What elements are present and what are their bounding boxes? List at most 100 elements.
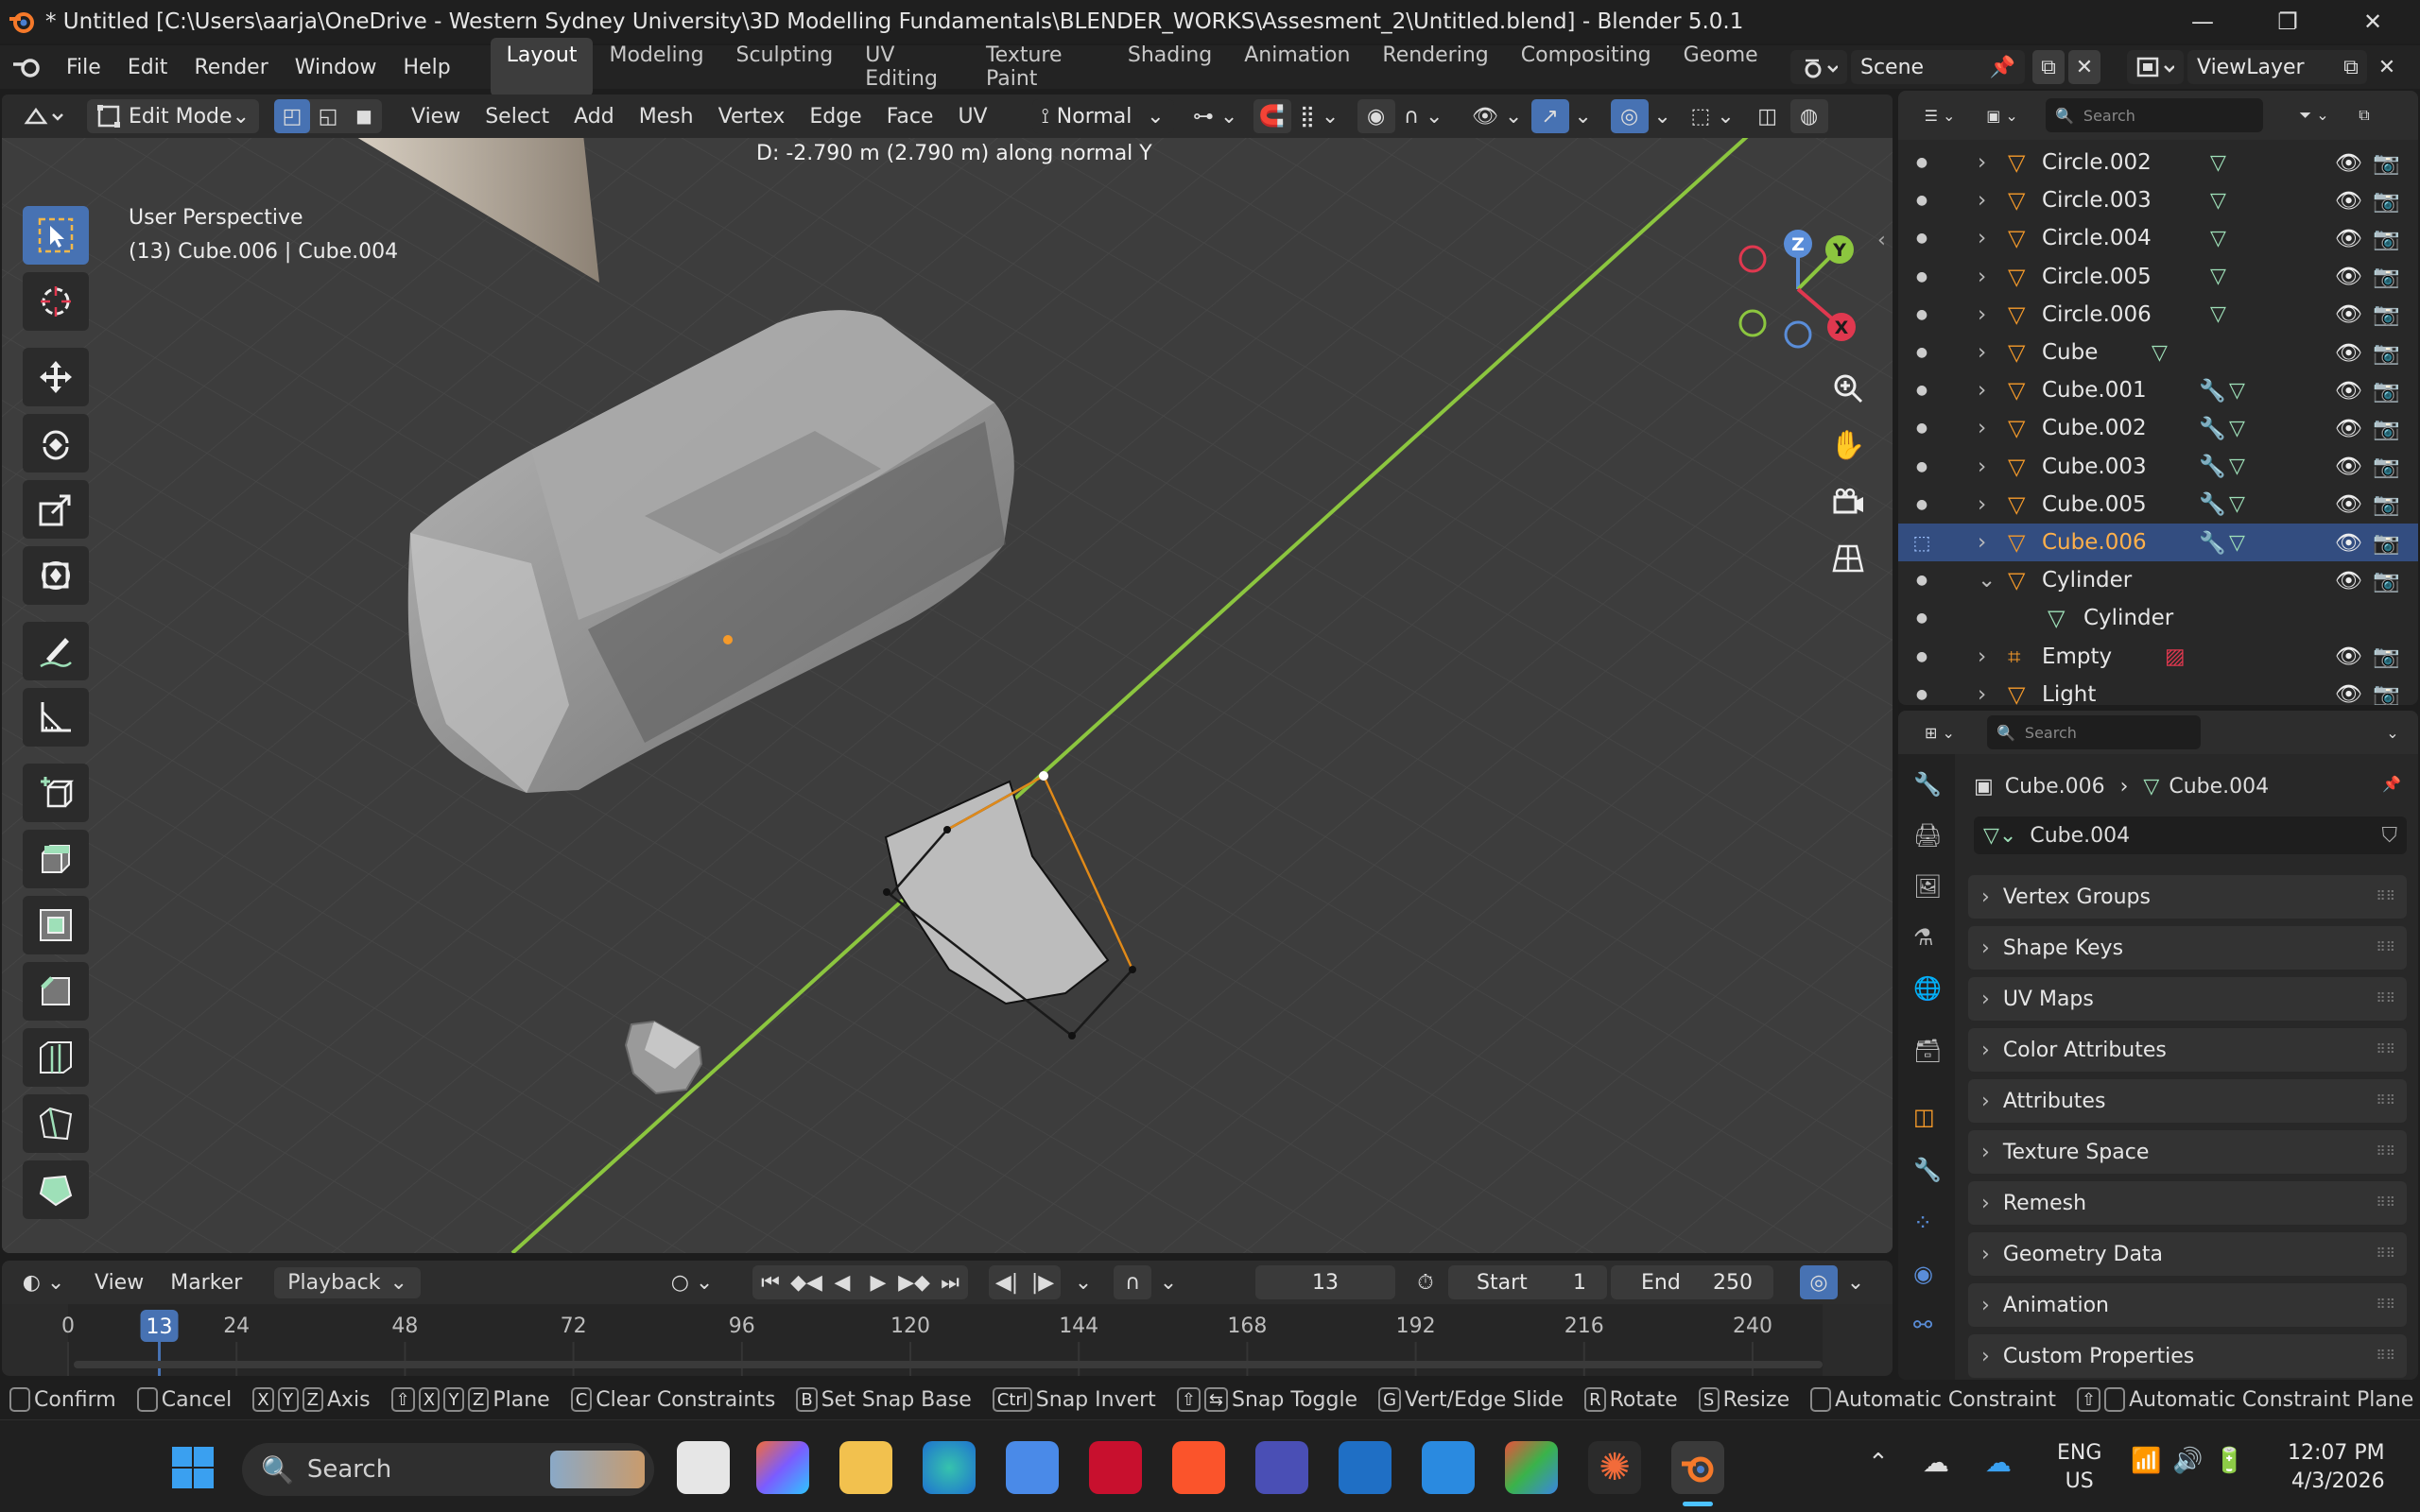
snap-toggle-icon[interactable]: 🧲 xyxy=(1253,99,1291,133)
fake-user-shield-icon[interactable]: ⛉ xyxy=(2381,824,2397,848)
chevron-right-icon[interactable]: › xyxy=(1978,416,1986,440)
new-view-layer-icon[interactable]: ⧉ xyxy=(2335,50,2367,84)
chevron-right-icon[interactable]: › xyxy=(1978,455,1986,479)
output-tab-icon[interactable]: 🖼 xyxy=(1913,873,1942,900)
chevron-right-icon[interactable]: › xyxy=(1978,644,1986,669)
camera-view-icon[interactable] xyxy=(1823,476,1874,527)
drag-handle-icon[interactable]: ⠿⠿ xyxy=(2376,1297,2395,1313)
mcafee-icon[interactable] xyxy=(1089,1441,1142,1494)
render-camera-icon[interactable]: 📷 xyxy=(2373,530,2400,556)
menu-render[interactable]: Render xyxy=(181,56,281,79)
new-collection-icon[interactable]: ⧉ xyxy=(2350,98,2378,132)
outliner-row[interactable]: ● › ▽ Cube.005 🔧 ▽ 👁 📷 xyxy=(1898,486,2418,524)
viewport-menu-vertex[interactable]: Vertex xyxy=(706,105,798,129)
outliner-editor-type-icon[interactable]: ☰ ⌄ xyxy=(1911,98,1968,132)
visibility-dot-icon[interactable]: ● xyxy=(1908,573,1936,588)
world-tab-icon[interactable]: 🌐 xyxy=(1913,975,1942,1002)
timeline-menu-marker[interactable]: Marker xyxy=(157,1271,255,1295)
visibility-dot-icon[interactable]: ● xyxy=(1908,421,1936,436)
mesh-data-icon[interactable]: ▽ xyxy=(2210,302,2226,326)
modifier-wrench-icon[interactable]: 🔧 xyxy=(2199,416,2226,441)
viewport-menu-add[interactable]: Add xyxy=(562,105,627,129)
start-button[interactable] xyxy=(166,1441,219,1494)
blender-taskbar-icon[interactable] xyxy=(1671,1441,1724,1494)
mesh-data-icon[interactable]: ▽ xyxy=(2229,455,2245,478)
visibility-dot-icon[interactable]: ● xyxy=(1908,497,1936,512)
chevron-down-icon[interactable]: ⌄ xyxy=(1569,99,1598,133)
visibility-dot-icon[interactable]: ● xyxy=(1908,231,1936,246)
mesh-data-icon[interactable]: ▽ xyxy=(2210,265,2226,288)
select-box-tool[interactable] xyxy=(23,206,89,265)
tab-shading[interactable]: Shading xyxy=(1112,38,1228,96)
render-camera-icon[interactable]: 📷 xyxy=(2373,264,2400,289)
modifiers-tab-icon[interactable]: 🔧 xyxy=(1913,1157,1942,1183)
outliner-row[interactable]: ● ▽ Cylinder xyxy=(1898,599,2418,637)
menu-window[interactable]: Window xyxy=(282,56,390,79)
eye-visibility-icon[interactable]: 👁 xyxy=(2335,264,2362,289)
render-camera-icon[interactable]: 📷 xyxy=(2373,454,2400,479)
render-camera-icon[interactable]: 📷 xyxy=(2373,340,2400,366)
mesh-data-icon[interactable]: ▽ xyxy=(2229,379,2245,403)
render-camera-icon[interactable]: 📷 xyxy=(2373,188,2400,214)
drag-handle-icon[interactable]: ⠿⠿ xyxy=(2376,1093,2395,1108)
visibility-dot-icon[interactable]: ● xyxy=(1908,649,1936,664)
view-layer-selector-button[interactable] xyxy=(2127,50,2184,84)
language-indicator[interactable]: ENG US xyxy=(2057,1439,2101,1496)
minimize-button[interactable]: — xyxy=(2165,0,2240,43)
panel-custom-properties[interactable]: › Custom Properties ⠿⠿ xyxy=(1968,1334,2407,1378)
visibility-dot-icon[interactable]: ● xyxy=(1908,155,1936,170)
bevel-tool[interactable] xyxy=(23,962,89,1021)
vscode-icon[interactable] xyxy=(1422,1441,1475,1494)
viewport-menu-face[interactable]: Face xyxy=(874,105,946,129)
chevron-right-icon[interactable]: › xyxy=(1978,378,1986,403)
volume-icon[interactable]: 🔊 xyxy=(2172,1447,2203,1475)
drag-handle-icon[interactable]: ⠿⠿ xyxy=(2376,1144,2395,1160)
timeline-playback-dropdown[interactable]: Playback ⌄ xyxy=(274,1266,421,1298)
modifier-wrench-icon[interactable]: 🔧 xyxy=(2199,454,2226,479)
extrude-tool[interactable] xyxy=(23,830,89,888)
outliner-row[interactable]: ⬚ › ▽ Cube.006 🔧 ▽ 👁 📷 xyxy=(1898,524,2418,561)
play-icon[interactable]: ▶ xyxy=(860,1265,896,1299)
wireframe-shading-icon[interactable]: ◍ xyxy=(1789,99,1828,133)
scale-tool[interactable] xyxy=(23,480,89,539)
edit-mode-indicator-icon[interactable]: ⬚ xyxy=(1908,531,1936,554)
outliner-row[interactable]: ● › ⌗ Empty ▨ 👁 📷 xyxy=(1898,638,2418,676)
menu-edit[interactable]: Edit xyxy=(114,56,182,79)
snap-timeline-icon[interactable]: ∩ xyxy=(1114,1265,1151,1299)
timeline-editor-type-icon[interactable]: ◐ ⌄ xyxy=(15,1265,72,1299)
brave-browser-icon[interactable] xyxy=(1172,1441,1225,1494)
task-view-icon[interactable] xyxy=(677,1441,730,1494)
render-tab-icon[interactable]: 🖨 xyxy=(1913,822,1942,849)
display-mode-icon[interactable]: ▣ ⌄ xyxy=(1974,98,2031,132)
tab-layout[interactable]: Layout xyxy=(490,38,594,96)
prev-keyframe-icon[interactable]: ◆◀ xyxy=(788,1265,824,1299)
zoom-icon[interactable] xyxy=(1823,363,1874,414)
taskbar-search[interactable]: 🔍 Search xyxy=(242,1443,654,1496)
render-camera-icon[interactable]: 📷 xyxy=(2373,491,2400,517)
chevron-right-icon[interactable]: › xyxy=(1978,530,1986,555)
neg-z-axis-handle[interactable] xyxy=(1784,320,1812,349)
blender-menu-icon[interactable] xyxy=(11,55,43,79)
3d-viewport[interactable]: D: -2.790 m (2.790 m) along normal Y Use… xyxy=(2,138,1893,1253)
preview-range-icon[interactable]: ⏱ xyxy=(1407,1265,1444,1299)
outliner-row[interactable]: ● › ▽ Circle.003 ▽ 👁 📷 xyxy=(1898,181,2418,219)
scene-tab-icon[interactable]: ⚗ xyxy=(1913,924,1934,951)
chevron-right-icon[interactable]: › xyxy=(1978,340,1986,365)
chevron-down-icon[interactable]: ⌄ xyxy=(1151,1265,1185,1299)
particles-tab-icon[interactable]: ⁘ xyxy=(1913,1210,1932,1236)
mesh-edit-overlays-icon[interactable]: ⬚ ⌄ xyxy=(1685,99,1741,133)
render-camera-icon[interactable]: 📷 xyxy=(2373,681,2400,705)
properties-search-field[interactable]: 🔍 Search xyxy=(1987,715,2201,749)
chevron-down-icon[interactable]: ⌄ xyxy=(1649,99,1677,133)
chevron-down-icon[interactable]: ⌄ xyxy=(1840,1265,1872,1299)
constraints-tab-icon[interactable]: ⚯ xyxy=(1913,1312,1932,1338)
pan-hand-icon[interactable]: ✋ xyxy=(1823,420,1874,471)
tab-modeling[interactable]: Modeling xyxy=(593,38,719,96)
outliner-row[interactable]: ● › ▽ Cube.002 🔧 ▽ 👁 📷 xyxy=(1898,409,2418,447)
rotate-tool[interactable] xyxy=(23,414,89,472)
tab-geome[interactable]: Geome xyxy=(1668,38,1774,96)
eye-visibility-icon[interactable]: 👁 xyxy=(2335,644,2362,669)
eye-visibility-icon[interactable]: 👁 xyxy=(2335,301,2362,327)
visibility-dot-icon[interactable]: ● xyxy=(1908,459,1936,474)
tab-sculpting[interactable]: Sculpting xyxy=(720,38,850,96)
